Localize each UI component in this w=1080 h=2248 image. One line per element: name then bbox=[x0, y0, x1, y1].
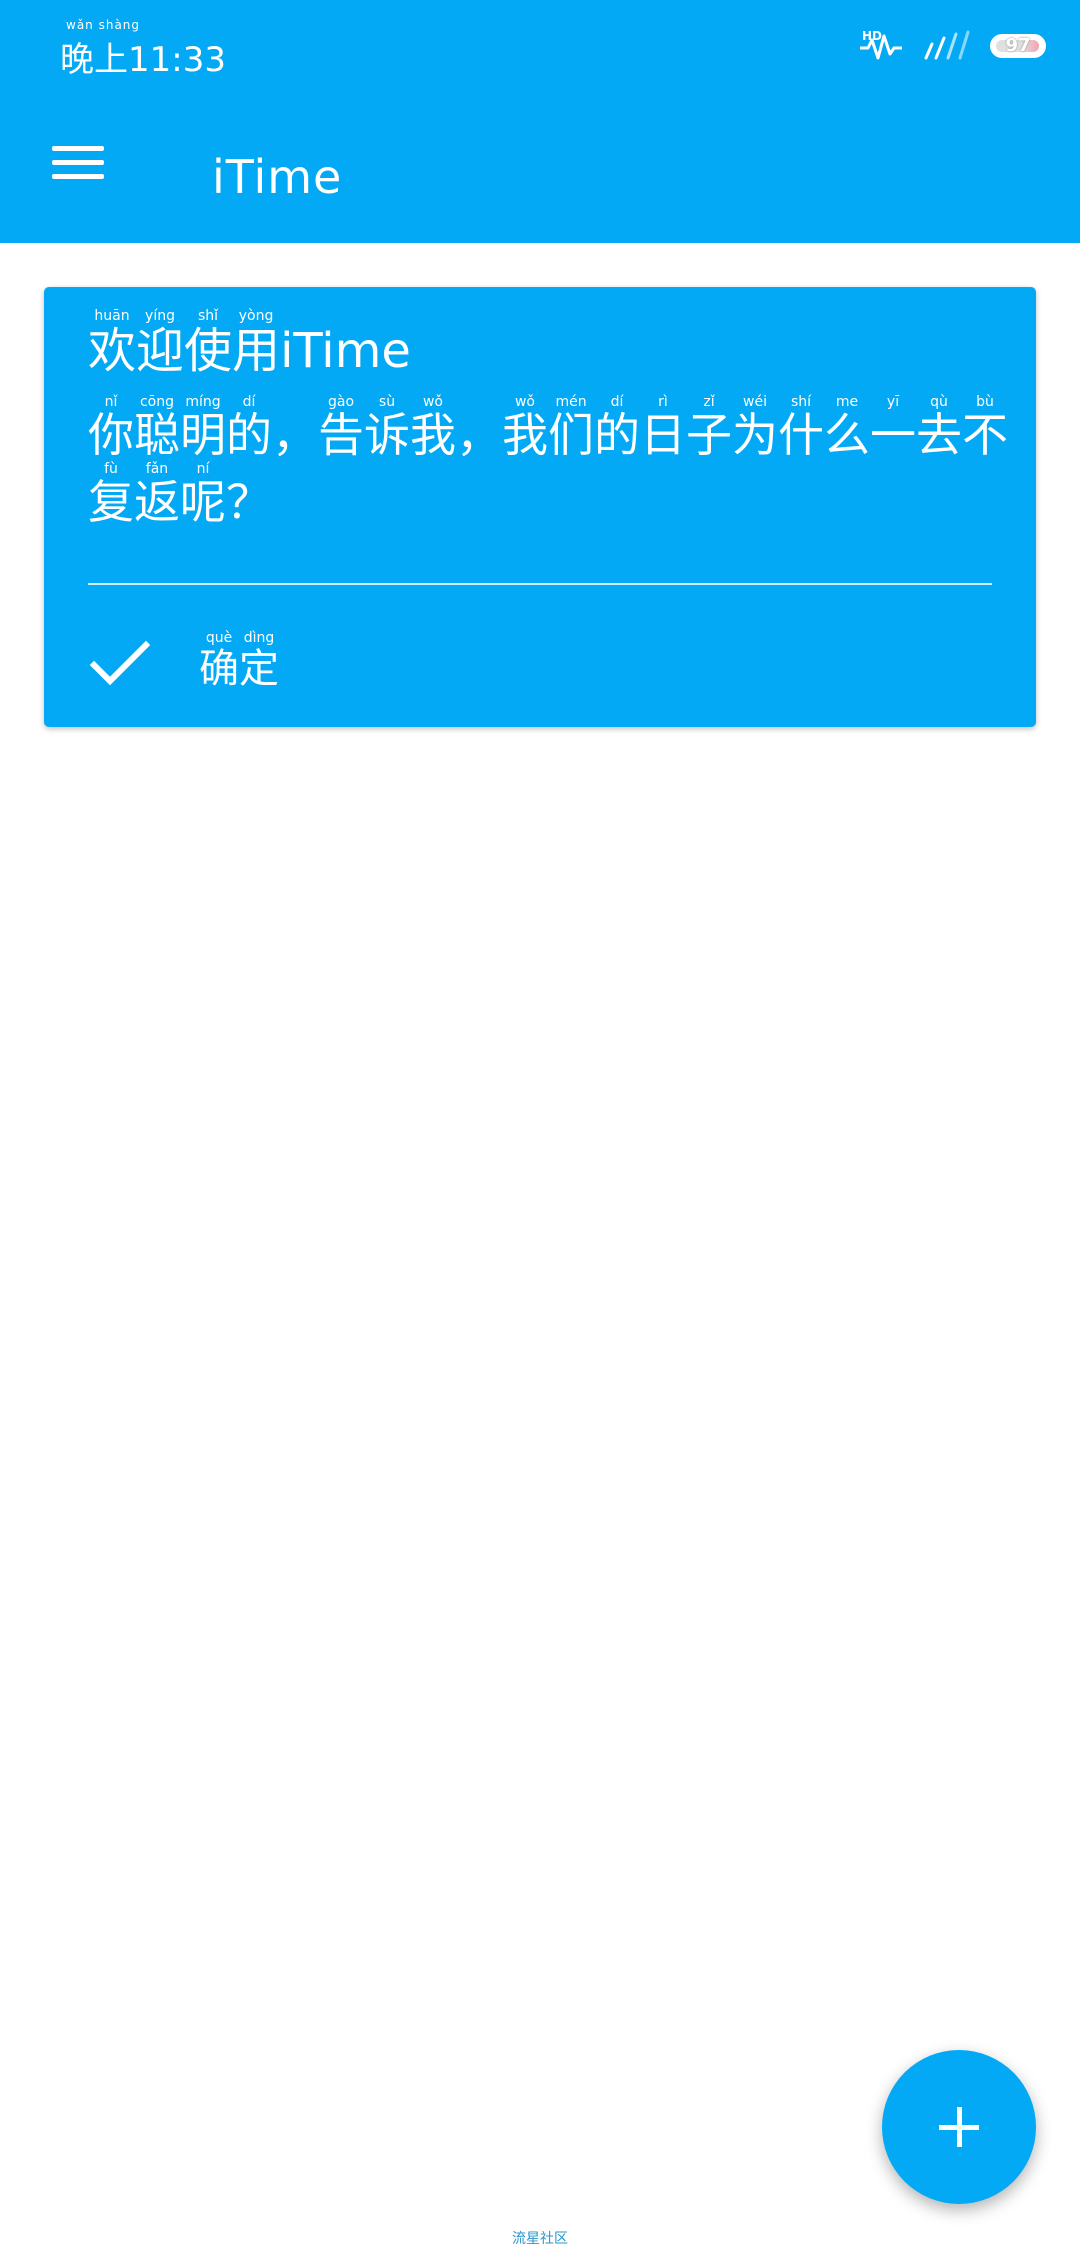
pinyin-char: 迎yíng bbox=[136, 308, 185, 379]
pinyin-char: 们mén bbox=[548, 394, 594, 462]
plus-icon-vertical bbox=[957, 2107, 962, 2147]
welcome-card-message: 你nǐ聪cōng明míng的dí，告gào诉sù我wǒ，我wǒ们mén的dí日r… bbox=[88, 394, 1008, 535]
cellular-signal-icon bbox=[924, 30, 970, 60]
battery-icon: 97 bbox=[990, 34, 1046, 58]
confirm-label-chars: 确què定dìng bbox=[199, 630, 279, 692]
pinyin-char: 么me bbox=[824, 394, 870, 462]
confirm-button-label: 确què定dìng bbox=[199, 630, 279, 694]
pinyin-char: 我wǒ bbox=[410, 394, 456, 462]
pinyin-char: 不bù bbox=[962, 394, 1008, 462]
menu-button[interactable] bbox=[48, 138, 108, 186]
app-bar: iTime bbox=[0, 100, 1080, 243]
menu-icon-line-top bbox=[52, 146, 104, 151]
welcome-message-chars: 你nǐ聪cōng明míng的dí，告gào诉sù我wǒ，我wǒ们mén的dí日r… bbox=[88, 394, 1008, 529]
status-time-pinyin: wǎn shàng bbox=[66, 18, 141, 32]
pinyin-char: 聪cōng bbox=[134, 394, 180, 462]
pinyin-char: 复fù bbox=[88, 460, 134, 529]
check-icon bbox=[89, 640, 151, 686]
menu-icon-line-bottom bbox=[52, 174, 104, 179]
pinyin-char: 的dí bbox=[226, 394, 272, 462]
app-title: iTime bbox=[212, 150, 343, 204]
status-icons: HD 97 bbox=[858, 26, 1046, 66]
hd-signal-icon: HD bbox=[860, 29, 902, 60]
pinyin-char: 什shí bbox=[778, 394, 824, 462]
welcome-card: 欢huān迎yíng使shǐ用yòngiTime 你nǐ聪cōng明míng的d… bbox=[44, 287, 1036, 727]
footer-watermark: 流星社区 bbox=[512, 2231, 568, 2247]
card-divider bbox=[88, 583, 992, 585]
pinyin-char: 明míng bbox=[180, 394, 226, 462]
add-button[interactable] bbox=[882, 2050, 1036, 2204]
confirm-button[interactable]: 确què定dìng bbox=[44, 613, 1036, 713]
pinyin-char: 去qù bbox=[916, 394, 962, 462]
punctuation-char: ， bbox=[272, 408, 318, 462]
status-bar: wǎn shàng 晚上11:33 HD 97 bbox=[0, 0, 1080, 100]
pinyin-char: 为wéi bbox=[732, 394, 778, 462]
app-header: wǎn shàng 晚上11:33 HD 97 iTime bbox=[0, 0, 1080, 243]
pinyin-char: 确què bbox=[199, 630, 239, 692]
pinyin-char: 告gào bbox=[318, 394, 364, 462]
punctuation-char: ， bbox=[456, 408, 502, 462]
pinyin-char: 定dìng bbox=[239, 630, 279, 692]
pinyin-char: 你nǐ bbox=[88, 394, 134, 462]
pinyin-char: 呢ní bbox=[180, 460, 226, 529]
pinyin-char: 返fǎn bbox=[134, 460, 180, 529]
menu-icon-line-middle bbox=[52, 160, 104, 165]
pinyin-char: 使shǐ bbox=[184, 308, 233, 379]
pinyin-char: 子zǐ bbox=[686, 394, 732, 462]
pinyin-char: 欢huān bbox=[88, 308, 137, 379]
punctuation-char: ？ bbox=[226, 474, 272, 529]
pinyin-char: 的dí bbox=[594, 394, 640, 462]
pinyin-char: 我wǒ bbox=[502, 394, 548, 462]
battery-level: 97 bbox=[1005, 35, 1031, 56]
pinyin-char: 一yī bbox=[870, 394, 916, 462]
status-time-text: 晚上11:33 bbox=[60, 40, 226, 80]
welcome-title-chars: 欢huān迎yíng使shǐ用yòng bbox=[88, 308, 281, 379]
pinyin-char: 用yòng bbox=[232, 308, 281, 379]
pinyin-char: 日rì bbox=[640, 394, 686, 462]
pinyin-char: 诉sù bbox=[364, 394, 410, 462]
welcome-card-title: 欢huān迎yíng使shǐ用yòngiTime bbox=[88, 308, 411, 381]
welcome-title-suffix: iTime bbox=[280, 323, 411, 379]
